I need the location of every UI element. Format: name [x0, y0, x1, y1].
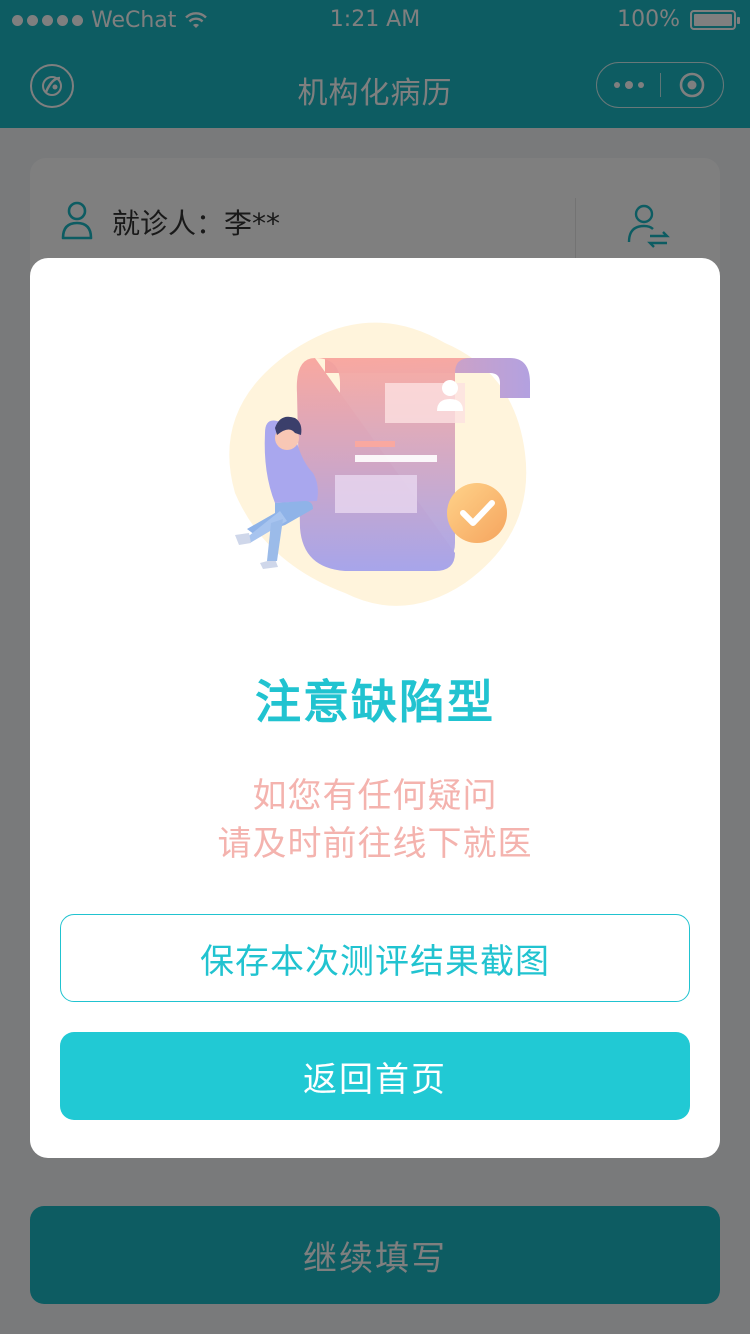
advice-line-2: 请及时前往线下就医: [217, 824, 533, 864]
advice-line-1: 如您有任何疑问: [252, 776, 498, 816]
result-title: 注意缺陷型: [255, 675, 495, 729]
advice-text: 如您有任何疑问 请及时前往线下就医: [30, 772, 720, 868]
medical-record-illustration: [229, 322, 530, 606]
save-screenshot-button[interactable]: 保存本次测评结果截图: [60, 914, 690, 1002]
result-modal: 注意缺陷型 如您有任何疑问 请及时前往线下就医 保存本次测评结果截图 返回首页: [30, 258, 720, 1158]
return-home-button[interactable]: 返回首页: [60, 1032, 690, 1120]
